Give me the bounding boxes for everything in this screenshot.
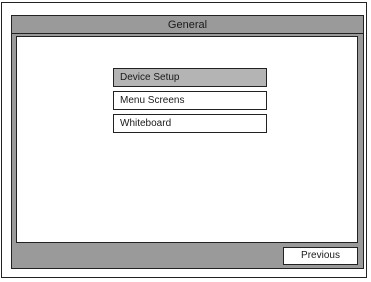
outer-frame: General Device Setup Menu Screens Whiteb… [1, 2, 367, 278]
previous-button[interactable]: Previous [283, 247, 358, 265]
general-window: General Device Setup Menu Screens Whiteb… [11, 15, 364, 269]
whiteboard-button[interactable]: Whiteboard [113, 114, 267, 133]
menu-screens-button[interactable]: Menu Screens [113, 91, 267, 110]
menu-panel: Device Setup Menu Screens Whiteboard [16, 36, 358, 243]
window-title: General [12, 16, 363, 34]
device-setup-button[interactable]: Device Setup [113, 68, 267, 87]
bottom-bar: Previous [12, 244, 363, 268]
